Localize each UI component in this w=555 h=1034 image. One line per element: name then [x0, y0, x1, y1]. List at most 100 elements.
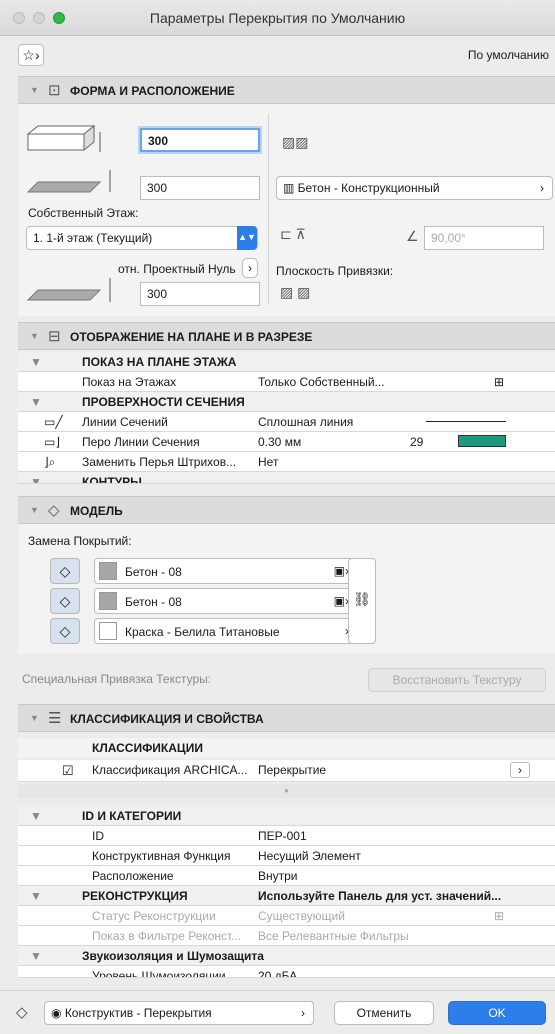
layer-value: Конструктив - Перекрытия — [64, 1006, 212, 1020]
property-row[interactable]: Расположение Внутри — [18, 866, 555, 886]
splitter-handle[interactable]: ● — [18, 784, 555, 798]
group-row[interactable]: ▼ ID И КАТЕГОРИИ — [18, 806, 555, 826]
cut-line-icon: ▭╱ — [44, 415, 63, 429]
surface-name: Краска - Белила Титановые — [125, 625, 280, 639]
dialog-footer: ◇ ◉ Конструктив - Перекрытия › Отменить … — [0, 990, 555, 1034]
property-row[interactable]: Статус Реконструкции Существующий ⊞ — [18, 906, 555, 926]
reference-level-icon — [26, 278, 111, 302]
renovation-icon: ⊞ — [494, 909, 505, 923]
group-name: КЛАССИФИКАЦИИ — [92, 741, 203, 755]
slab-offset-icon — [26, 170, 111, 193]
section-title: КЛАССИФИКАЦИЯ И СВОЙСТВА — [70, 712, 264, 726]
bottom-surface-select[interactable]: Краска - Белила Титановые › — [94, 618, 360, 644]
property-name: Статус Реконструкции — [92, 909, 216, 923]
line-type-preview — [426, 421, 506, 422]
divider — [268, 114, 269, 304]
building-material-select[interactable]: ▥ Бетон - Конструкционный › — [276, 176, 553, 200]
property-row[interactable]: ID ПЕР-001 — [18, 826, 555, 846]
property-row[interactable]: Уровень Шумоизоляции 20 дБА — [18, 966, 555, 978]
group-row[interactable]: ▼ РЕКОНСТРУКЦИЯ Используйте Панель для у… — [18, 886, 555, 906]
material-swatch — [99, 622, 117, 640]
favorites-button[interactable]: ☆› — [18, 44, 44, 66]
section-header-display[interactable]: ▼ ⊟ ОТОБРАЖЕНИЕ НА ПЛАНЕ И В РАЗРЕЗЕ — [18, 322, 555, 350]
stories-icon: ⊞ — [494, 375, 505, 389]
reference-plane-icon[interactable]: ▨ ▨ — [280, 284, 310, 301]
bottom-surface-button[interactable]: ◇ — [50, 618, 80, 644]
section-title: ФОРМА И РАСПОЛОЖЕНИЕ — [70, 84, 235, 98]
offset-input[interactable]: 300 — [140, 176, 260, 200]
renovation-hint: Используйте Панель для уст. значений... — [258, 889, 502, 903]
model-panel: Замена Покрытий: ◇ Бетон - 08 ▣› ◇ Бетон… — [18, 524, 555, 654]
property-row[interactable]: ▭╱ Линии Сечений Сплошная линия — [18, 412, 555, 432]
top-surface-button[interactable]: ◇ — [50, 558, 80, 584]
collapse-triangle-icon: ▼ — [30, 889, 42, 903]
edge-surface-select[interactable]: Бетон - 08 ▣› — [94, 588, 360, 614]
property-row[interactable]: Показ в Фильтре Реконст... Все Релевантн… — [18, 926, 555, 946]
property-row[interactable]: ▭⌋ Перо Линии Сечения 0.30 мм 29 — [18, 432, 555, 452]
section-title: ОТОБРАЖЕНИЕ НА ПЛАНЕ И В РАЗРЕЗЕ — [70, 330, 313, 344]
pen-icon: ▭⌋ — [44, 435, 61, 449]
edge-surface-button[interactable]: ◇ — [50, 588, 80, 614]
layer-select[interactable]: ◉ Конструктив - Перекрытия › — [44, 1001, 314, 1025]
group-row[interactable]: ▼ Звукоизоляция и Шумозащита — [18, 946, 555, 966]
property-name: Конструктивная Функция — [92, 849, 231, 863]
thickness-input[interactable]: 300 — [140, 128, 260, 152]
slab-geometry-icon: ⊡ — [48, 82, 61, 99]
document-icon: ☰ — [48, 710, 62, 727]
property-name: Уровень Шумоизоляции — [92, 969, 226, 978]
group-name: ПРОВЕРХНОСТИ СЕЧЕНИЯ — [82, 395, 245, 409]
window-title: Параметры Перекрытия по Умолчанию — [149, 10, 406, 26]
slab-tool-icon: ◇ — [16, 1004, 28, 1021]
reference-picker-button[interactable]: › — [242, 258, 258, 278]
default-label: По умолчанию — [467, 48, 549, 62]
section-header-model[interactable]: ▼ ◇ МОДЕЛЬ — [18, 496, 555, 524]
group-name: ПОКАЗ НА ПЛАНЕ ЭТАЖА — [82, 355, 237, 369]
property-value: Сплошная линия — [258, 415, 354, 429]
surface-fill-icon[interactable]: ▨▨ — [282, 134, 308, 151]
property-value: 20 дБА — [258, 969, 298, 978]
chevron-right-icon: › — [301, 1006, 305, 1020]
property-row[interactable]: Показ на Этажах Только Собственный... ⊞ — [18, 372, 555, 392]
cancel-button[interactable]: Отменить — [334, 1001, 434, 1025]
property-value: Несущий Элемент — [258, 849, 361, 863]
collapse-triangle-icon: ▼ — [30, 331, 39, 341]
property-value: ПЕР-001 — [258, 829, 307, 843]
home-story-select[interactable]: 1. 1-й этаж (Текущий) ▲▼ — [26, 226, 258, 250]
group-row[interactable]: ▼ ПОКАЗ НА ПЛАНЕ ЭТАЖА — [18, 352, 555, 372]
property-name: ID — [92, 829, 104, 843]
group-row[interactable]: ▼ КОНТУРЫ — [18, 472, 555, 484]
angle-input[interactable]: 90,00° — [424, 226, 544, 250]
group-row[interactable]: ▼ ПРОВЕРХНОСТИ СЕЧЕНИЯ — [18, 392, 555, 412]
section-header-shape[interactable]: ▼ ⊡ ФОРМА И РАСПОЛОЖЕНИЕ — [18, 76, 555, 104]
section-title: МОДЕЛЬ — [70, 504, 123, 518]
section-header-classification[interactable]: ▼ ☰ КЛАССИФИКАЦИЯ И СВОЙСТВА — [18, 704, 555, 732]
eye-icon: ◉ — [51, 1006, 65, 1020]
floor-plan-icon: ⊟ — [48, 328, 61, 345]
property-row[interactable]: Конструктивная Функция Несущий Элемент — [18, 846, 555, 866]
group-name: КОНТУРЫ — [82, 475, 142, 484]
surface-name: Бетон - 08 — [125, 595, 182, 609]
edge-angle-icon[interactable]: ⊏ ⊼ — [280, 226, 306, 243]
collapse-triangle-icon: ▼ — [30, 475, 42, 484]
classification-picker-button[interactable]: › — [510, 762, 530, 778]
checkbox-icon[interactable]: ☑ — [62, 763, 74, 779]
restore-texture-button[interactable]: Восстановить Текстуру — [368, 668, 546, 692]
slab-thickness-icon — [26, 124, 101, 152]
classification-row[interactable]: ☑ Классификация ARCHICA... Перекрытие › — [18, 760, 555, 782]
group-name: Звукоизоляция и Шумозащита — [82, 949, 264, 963]
property-name: Заменить Перья Штрихов... — [82, 455, 237, 469]
reference-plane-label: Плоскость Привязки: — [276, 264, 394, 278]
property-row[interactable]: ⌋⌕ Заменить Перья Штрихов... Нет — [18, 452, 555, 472]
property-value: Существующий — [258, 909, 345, 923]
property-value: Все Релевантные Фильтры — [258, 929, 409, 943]
property-name: Расположение — [92, 869, 174, 883]
property-value: Нет — [258, 455, 279, 469]
pen-color-swatch[interactable] — [458, 435, 506, 447]
top-surface-select[interactable]: Бетон - 08 ▣› — [94, 558, 360, 584]
property-value: Только Собственный... — [258, 375, 385, 389]
reference-offset-input[interactable]: 300 — [140, 282, 260, 306]
collapse-triangle-icon: ▼ — [30, 949, 42, 963]
home-story-value: 1. 1-й этаж (Текущий) — [33, 231, 153, 245]
link-surfaces-button[interactable]: ⛓ — [348, 558, 376, 644]
ok-button[interactable]: OK — [448, 1001, 546, 1025]
